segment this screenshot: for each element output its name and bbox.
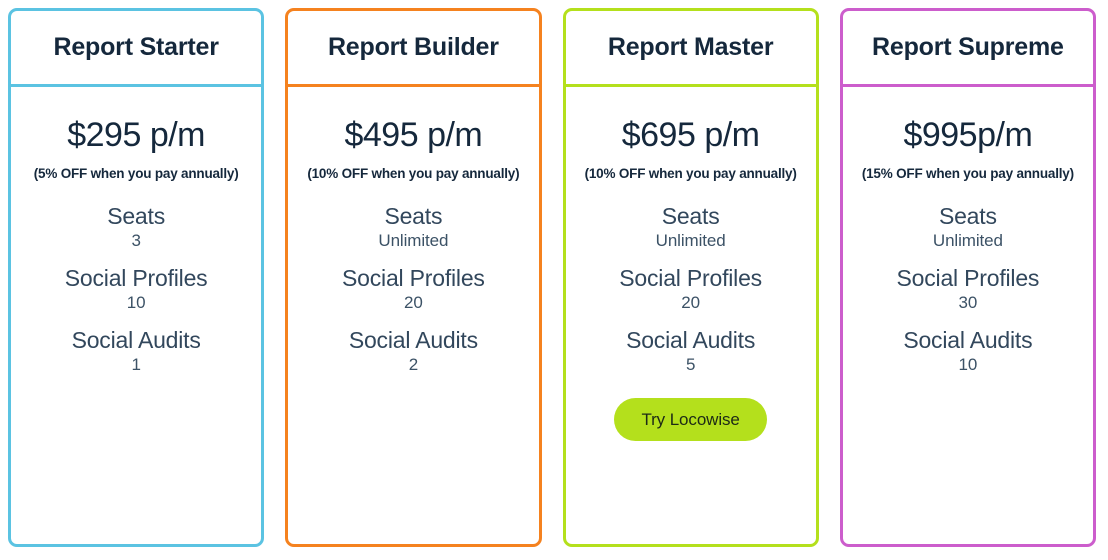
plan-card-report-supreme[interactable]: Report Supreme $995p/m (15% OFF when you… [839,8,1096,547]
feature-item: Social Profiles 20 [619,264,762,313]
feature-label: Social Profiles [64,265,208,292]
feature-label: Social Audits [903,327,1033,354]
plan-header: Report Supreme [842,11,1093,87]
feature-item: Social Audits 1 [72,326,201,375]
feature-value: 30 [958,293,978,313]
feature-value: 3 [131,230,141,250]
feature-item: Social Audits 5 [626,326,755,375]
feature-value: 10 [126,293,146,313]
pricing-table: Report Starter $295 p/m (5% OFF when you… [0,0,1108,560]
feature-label: Social Profiles [896,265,1040,292]
feature-value: 2 [408,355,419,375]
feature-value: 10 [958,355,978,375]
plan-title: Report Master [607,32,774,61]
feature-value: 20 [681,293,700,313]
plan-body: $995p/m (15% OFF when you pay annually) … [843,87,1093,544]
plan-body: $495 p/m (10% OFF when you pay annually)… [288,87,538,544]
feature-item: Social Audits 2 [349,326,478,375]
feature-label: Seats [661,202,720,229]
plan-header: Report Builder [288,11,539,87]
feature-value: 20 [404,293,423,313]
feature-item: Seats 3 [107,202,165,251]
feature-label: Seats [938,202,997,229]
plan-price: $295 p/m [67,116,205,154]
feature-item: Seats Unlimited [933,202,1003,251]
plan-header: Report Master [565,11,816,87]
try-locowise-button[interactable]: Try Locowise [614,397,767,441]
feature-item: Social Audits 10 [903,326,1032,375]
feature-label: Seats [107,202,166,229]
plan-body: $695 p/m (10% OFF when you pay annually)… [566,87,816,544]
plan-header: Report Starter [11,11,262,87]
plan-annual-discount-note: (10% OFF when you pay annually) [584,166,797,181]
plan-feature-list: Seats Unlimited Social Profiles 30 Socia… [843,202,1093,389]
plan-card-report-master[interactable]: Report Master $695 p/m (10% OFF when you… [562,8,819,547]
feature-value: 1 [131,355,141,375]
feature-label: Social Profiles [342,265,485,292]
feature-value: 5 [685,355,696,375]
plan-title: Report Starter [53,32,219,61]
plan-feature-list: Seats 3 Social Profiles 10 Social Audits… [11,202,261,389]
plan-body: $295 p/m (5% OFF when you pay annually) … [11,87,261,544]
feature-label: Social Audits [626,327,756,354]
feature-item: Social Profiles 10 [65,264,208,313]
plan-price: $995p/m [903,116,1033,154]
feature-item: Seats Unlimited [656,202,726,251]
feature-value: Unlimited [932,230,1003,250]
plan-card-report-builder[interactable]: Report Builder $495 p/m (10% OFF when yo… [285,8,542,547]
plan-feature-list: Seats Unlimited Social Profiles 20 Socia… [566,202,816,389]
feature-label: Social Audits [71,327,201,354]
plan-feature-list: Seats Unlimited Social Profiles 20 Socia… [288,202,538,389]
plan-annual-discount-note: (10% OFF when you pay annually) [307,166,520,181]
feature-item: Social Profiles 30 [897,264,1040,313]
feature-label: Social Profiles [619,265,762,292]
plan-title: Report Supreme [872,32,1064,61]
plan-card-report-starter[interactable]: Report Starter $295 p/m (5% OFF when you… [8,8,265,547]
plan-annual-discount-note: (15% OFF when you pay annually) [861,166,1074,181]
feature-label: Social Audits [348,327,478,354]
feature-label: Seats [384,202,443,229]
feature-value: Unlimited [378,230,449,250]
plan-price: $695 p/m [621,116,760,154]
plan-cta-container: Try Locowise [566,397,816,441]
feature-item: Social Profiles 20 [342,264,485,313]
feature-item: Seats Unlimited [378,202,448,251]
plan-annual-discount-note: (5% OFF when you pay annually) [33,166,239,181]
plan-price: $495 p/m [344,116,483,154]
plan-title: Report Builder [327,32,499,61]
feature-value: Unlimited [655,230,726,250]
